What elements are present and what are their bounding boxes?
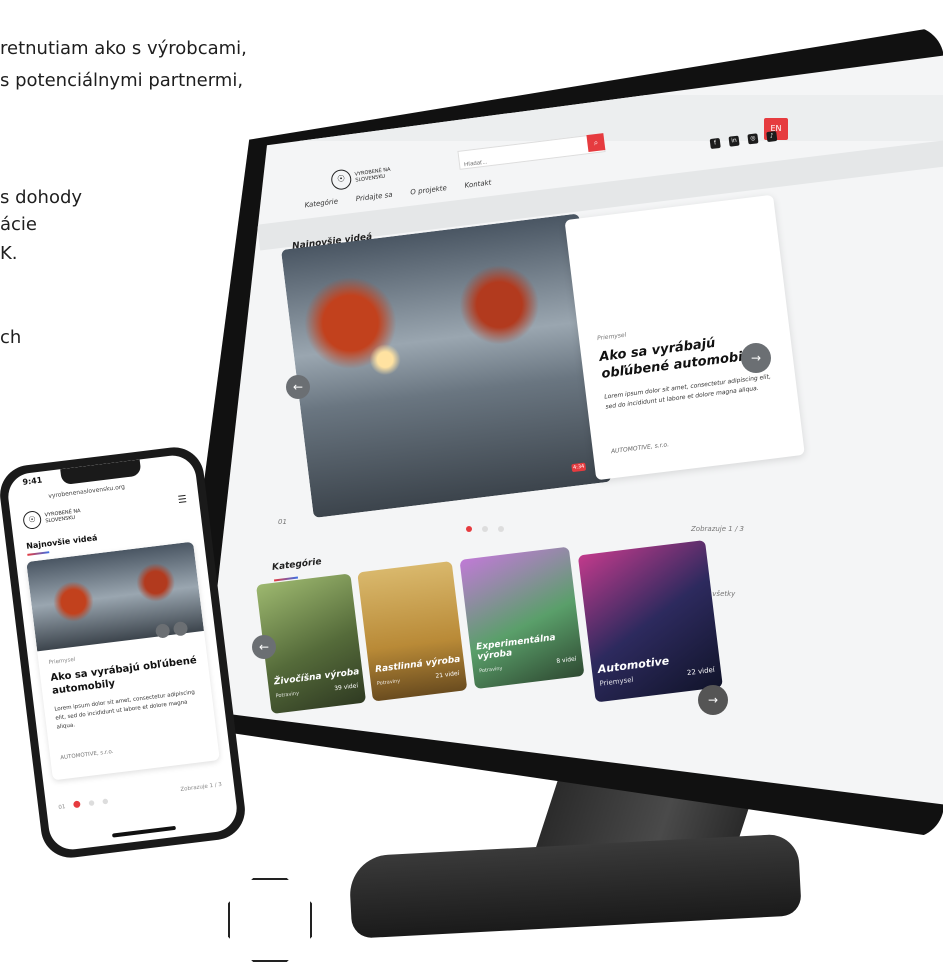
nav-item-contact[interactable]: Kontakt	[464, 179, 492, 190]
phone-logo-text: VYROBENÉ NA SLOVENSKU	[44, 508, 81, 525]
categories-next-button[interactable]: →	[698, 685, 728, 715]
intro-line-1: retnutiam ako s výrobcami,	[0, 38, 247, 59]
monitor-screen: EN ☉ VYROBENÉ NA SLOVENSKU ⌕ f in ◎ ♪ Ka…	[203, 55, 943, 805]
categories-prev-button[interactable]: ←	[252, 635, 276, 659]
hamburger-menu-icon[interactable]: ☰	[177, 494, 187, 506]
phone-hero-tag: Priemysel	[48, 656, 76, 667]
carousel-dot-2[interactable]	[482, 526, 488, 532]
nav-item-categories[interactable]: Kategórie	[304, 197, 338, 209]
search-button[interactable]: ⌕	[586, 133, 606, 153]
category-sub: Potraviny	[376, 678, 401, 687]
hero-meta: AUTOMOTIVE, s.r.o.	[610, 441, 670, 456]
category-sub: Priemysel	[599, 675, 634, 688]
category-sub: Potraviny	[275, 690, 300, 700]
intro-line-4: ácie	[0, 214, 38, 235]
nav-item-about[interactable]: O projekte	[410, 184, 447, 196]
hero-image	[281, 213, 612, 518]
category-card[interactable]: Rastlinná výroba Potraviny 21 videí	[357, 560, 468, 702]
category-card[interactable]: Experimentálna výroba Potraviny 8 videí	[459, 546, 585, 690]
phone-time: 9:41	[21, 475, 43, 487]
category-count: 39 videí	[333, 682, 359, 693]
carousel-dots	[466, 526, 504, 532]
phone-home-indicator	[111, 825, 177, 838]
search-icon: ⌕	[593, 137, 599, 148]
phone-latest-title: Najnovšie videá	[25, 533, 98, 551]
hero-prev-button[interactable]: ←	[286, 375, 310, 399]
instagram-icon[interactable]: ◎	[747, 133, 759, 145]
hero-tag: Priemysel	[596, 331, 627, 343]
phone-hero-arrows	[154, 620, 189, 639]
intro-line-6: ch	[0, 327, 22, 348]
carousel-dot-3[interactable]	[498, 526, 504, 532]
octagon-shape	[228, 878, 312, 962]
arrow-left-icon: ←	[292, 380, 304, 394]
arrow-left-icon: ←	[258, 640, 270, 654]
tiktok-icon[interactable]: ♪	[766, 130, 778, 143]
phone-active-dot[interactable]: ●	[72, 799, 81, 810]
categories-title: Kategórie	[271, 557, 323, 573]
phone-notch	[60, 459, 142, 486]
phone-screen: 9:41 vyrobenenaslovensku.org ☉ VYROBENÉ …	[5, 452, 240, 853]
arrow-right-icon: →	[750, 351, 762, 365]
logo-mark-icon: ☉	[329, 168, 353, 191]
intro-line-5: K.	[0, 243, 18, 264]
phone-hero-card[interactable]: Priemysel Ako sa vyrábajú obľúbené autom…	[26, 541, 220, 781]
category-card[interactable]: Automotive Priemysel 22 videí	[577, 539, 723, 703]
hero-card: Priemysel Ako sa vyrábajú obľúbené autom…	[564, 194, 805, 481]
search-input[interactable]	[459, 142, 589, 174]
phone-dot[interactable]: ●	[88, 799, 95, 808]
category-count: 8 videí	[556, 655, 577, 665]
hero-next-button[interactable]: →	[741, 343, 771, 373]
phone-logo[interactable]: ☉ VYROBENÉ NA SLOVENSKU	[22, 504, 94, 531]
phone-pager: 01 ● ● ● Zobrazuje 1 / 3	[58, 782, 223, 812]
arrow-right-icon: →	[707, 693, 719, 707]
duration-badge: 4:34	[571, 462, 587, 473]
site-logo[interactable]: ☉ VYROBENÉ NA SLOVENSKU	[329, 161, 404, 191]
category-count: 22 videí	[686, 665, 716, 678]
category-title: Automotive	[597, 654, 670, 676]
phone-pager-current: 01	[58, 804, 66, 811]
phone-next-button[interactable]	[172, 620, 189, 637]
phone-url: vyrobenenaslovensku.org	[47, 483, 126, 500]
monitor-stand-base	[348, 833, 802, 939]
phone-prev-button[interactable]	[154, 623, 171, 639]
linkedin-icon[interactable]: in	[728, 135, 740, 147]
facebook-icon[interactable]: f	[709, 137, 721, 150]
phone-title-underline	[27, 551, 50, 556]
phone-dot[interactable]: ●	[102, 797, 109, 806]
hero-slide[interactable]: 4:34 Priemysel Ako sa vyrábajú obľúbené …	[281, 190, 806, 523]
intro-line-2: s potenciálnymi partnermi,	[0, 70, 244, 91]
category-count: 21 videí	[435, 669, 460, 680]
intro-line-3: s dohody	[0, 187, 83, 208]
nav-item-join[interactable]: Pridajte sa	[355, 191, 393, 203]
logo-mark-icon: ☉	[22, 509, 43, 531]
category-sub: Potraviny	[478, 665, 503, 675]
phone-hero-meta: AUTOMOTIVE, s.r.o.	[60, 748, 114, 762]
pager-current: 01	[278, 518, 287, 526]
carousel-dot-1[interactable]	[466, 526, 472, 532]
phone-pager-count: Zobrazuje 1 / 3	[180, 781, 223, 793]
logo-text: VYROBENÉ NA SLOVENSKU	[354, 166, 391, 184]
